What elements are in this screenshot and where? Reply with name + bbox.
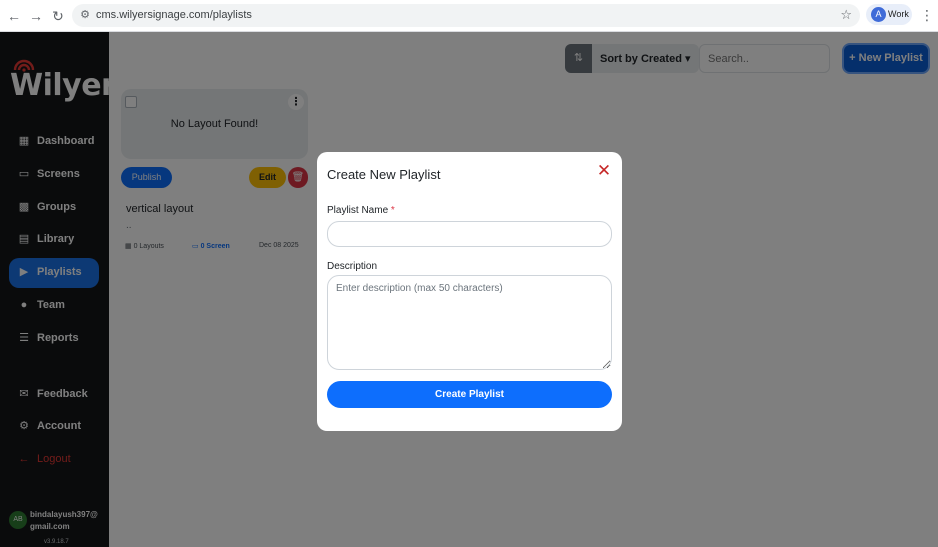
description-label: Description: [327, 261, 378, 272]
address-bar[interactable]: ⚙ cms.wilyersignage.com/playlists ☆: [72, 4, 860, 27]
close-icon[interactable]: ✕: [596, 162, 612, 180]
url-text: cms.wilyersignage.com/playlists: [96, 9, 252, 21]
create-playlist-modal: Create New Playlist ✕ Playlist Name * De…: [317, 152, 622, 431]
browser-menu-icon[interactable]: ⋮: [920, 7, 934, 24]
profile-label: Work: [888, 9, 909, 19]
reload-icon[interactable]: ↻: [50, 8, 66, 24]
forward-arrow-icon[interactable]: →: [28, 8, 44, 24]
playlist-name-label: Playlist Name *: [327, 205, 395, 216]
site-settings-icon[interactable]: ⚙: [78, 8, 92, 22]
profile-avatar: A: [871, 7, 886, 22]
back-arrow-icon[interactable]: ←: [6, 8, 22, 24]
browser-toolbar: ← → ↻ ⚙ cms.wilyersignage.com/playlists …: [0, 0, 938, 32]
description-textarea[interactable]: [327, 275, 612, 370]
bookmark-star-icon[interactable]: ☆: [840, 7, 852, 23]
playlist-name-input[interactable]: [327, 221, 612, 247]
create-playlist-button[interactable]: Create Playlist: [327, 381, 612, 408]
modal-title: Create New Playlist: [327, 167, 441, 182]
profile-chip[interactable]: A Work: [866, 4, 912, 25]
